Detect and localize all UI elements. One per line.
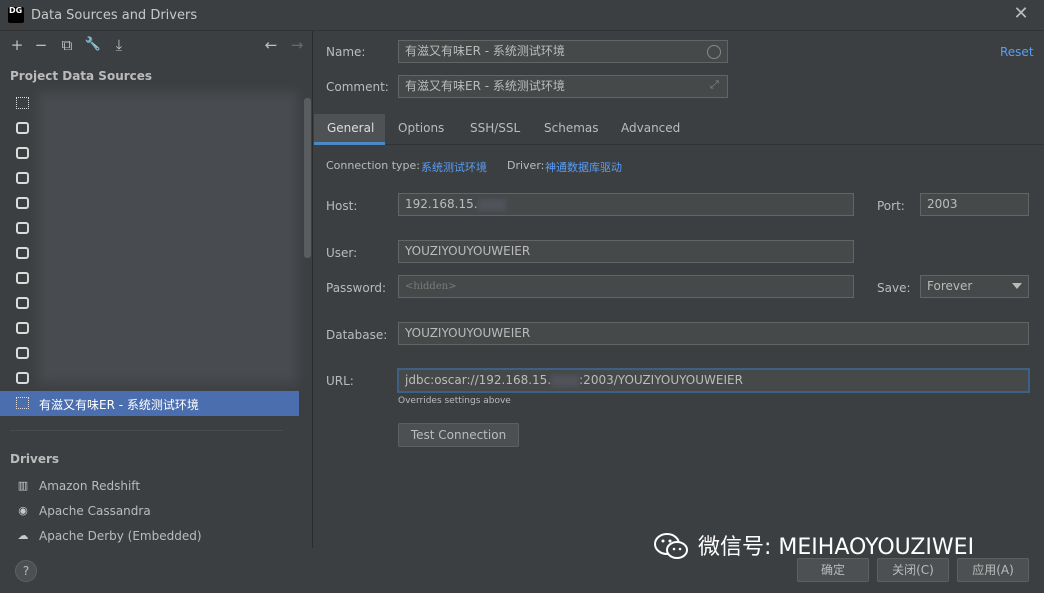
url-suffix: :2003/YOUZIYOUYOUWEIER [579, 373, 743, 387]
add-icon[interactable]: + [7, 35, 27, 55]
database-icon [16, 147, 29, 159]
expand-icon[interactable]: ⤢ [710, 79, 722, 91]
url-field[interactable]: jdbc:oscar://192.168.15. :2003/YOUZIYOUYO… [398, 369, 1029, 392]
datasource-label: 有滋又有味ER - 系统测试环境 [39, 398, 199, 412]
database-icon [16, 297, 29, 309]
database-icon [16, 197, 29, 209]
apply-button[interactable]: 应用(A) [957, 558, 1029, 582]
tab-general[interactable]: General [327, 121, 374, 135]
port-field[interactable]: 2003 [920, 193, 1029, 216]
divider [10, 430, 283, 431]
database-icon [16, 372, 29, 384]
host-field[interactable]: 192.168.15. [398, 193, 854, 216]
database-icon [16, 322, 29, 334]
redacted-mask [477, 198, 506, 211]
close-button[interactable]: 关闭(C) [877, 558, 949, 582]
reset-link[interactable]: Reset [1000, 45, 1034, 59]
redacted-mask [551, 374, 580, 387]
save-label: Save: [877, 281, 911, 295]
tab-ssh-ssl[interactable]: SSH/SSL [470, 121, 520, 135]
driver-label: Apache Cassandra [39, 504, 151, 518]
url-prefix: jdbc:oscar://192.168.15. [405, 373, 552, 387]
back-arrow-icon[interactable]: ← [261, 35, 281, 55]
database-label: Database: [326, 328, 388, 342]
database-icon [16, 122, 29, 134]
driver-label: Driver: [507, 159, 545, 172]
copy-icon[interactable]: ⧉ [57, 35, 77, 55]
database-field[interactable]: YOUZIYOUYOUWEIER [398, 322, 1029, 345]
driver-label: Apache Derby (Embedded) [39, 529, 202, 543]
driver-item-apache-derby[interactable]: ☁ Apache Derby (Embedded) [0, 524, 312, 549]
test-connection-button[interactable]: Test Connection [398, 423, 519, 447]
password-label: Password: [326, 281, 387, 295]
window-title: Data Sources and Drivers [31, 8, 198, 23]
close-icon[interactable]: ✕ [1012, 5, 1030, 23]
host-value: 192.168.15. [405, 197, 478, 211]
comment-label: Comment: [326, 80, 389, 94]
overrides-note: Overrides settings above [398, 396, 511, 406]
driver-label: Amazon Redshift [39, 479, 141, 493]
url-label: URL: [326, 374, 354, 388]
ok-button[interactable]: 确定 [797, 558, 869, 582]
wrench-icon[interactable]: 🔧 [83, 35, 103, 55]
chevron-down-icon [1012, 283, 1022, 289]
password-field[interactable]: <hidden> [398, 275, 854, 298]
comment-field[interactable]: 有滋又有味ER - 系统测试环境 [398, 75, 728, 98]
tab-schemas[interactable]: Schemas [544, 121, 599, 135]
database-icon [16, 222, 29, 234]
sidebar-scrollbar[interactable] [304, 98, 311, 258]
datasource-icon [16, 97, 29, 109]
database-icon [16, 172, 29, 184]
database-icon [16, 247, 29, 259]
user-field[interactable]: YOUZIYOUYOUWEIER [398, 240, 854, 263]
driver-item-apache-cassandra[interactable]: ◉ Apache Cassandra [0, 499, 312, 524]
blurred-datasource-names [38, 92, 298, 384]
redshift-icon: ▥ [17, 479, 29, 492]
driver-item-amazon-redshift[interactable]: ▥ Amazon Redshift [0, 474, 312, 499]
database-icon [16, 272, 29, 284]
host-label: Host: [326, 199, 358, 213]
datasource-icon [16, 397, 29, 409]
database-icon [16, 347, 29, 359]
remove-icon[interactable]: − [31, 35, 51, 55]
connection-type-link[interactable]: 系统测试环境 [421, 159, 487, 175]
driver-link[interactable]: 神通数据库驱动 [545, 159, 622, 175]
tab-options[interactable]: Options [398, 121, 444, 135]
name-field[interactable]: 有滋又有味ER - 系统测试环境 [398, 40, 728, 63]
forward-arrow-icon[interactable]: → [287, 35, 307, 55]
wechat-icon [654, 533, 688, 559]
port-label: Port: [877, 199, 905, 213]
user-label: User: [326, 246, 358, 260]
derby-icon: ☁ [17, 529, 29, 542]
cassandra-icon: ◉ [18, 504, 28, 517]
tab-advanced[interactable]: Advanced [621, 121, 680, 135]
name-label: Name: [326, 45, 366, 59]
datagrip-logo-icon: DG [8, 7, 24, 23]
datasource-item-selected[interactable]: 有滋又有味ER - 系统测试环境 [0, 391, 299, 416]
help-button[interactable]: ? [15, 560, 37, 582]
project-data-sources-header: Project Data Sources [10, 69, 153, 83]
logo-text-top: DG [9, 6, 23, 15]
import-icon[interactable]: ⤓ [109, 35, 129, 55]
connection-type-label: Connection type: [326, 159, 421, 172]
drivers-header: Drivers [10, 452, 60, 466]
clear-icon[interactable] [707, 45, 721, 59]
